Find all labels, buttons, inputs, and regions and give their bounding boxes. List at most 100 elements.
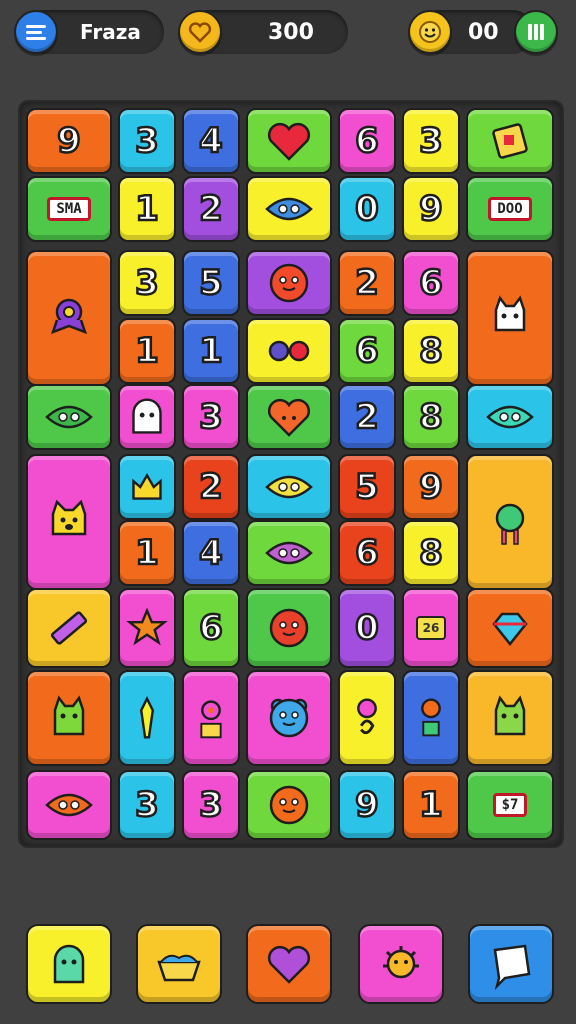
purple-heart-icon [267,945,311,984]
tile-label: DOO [488,197,532,221]
board-tile[interactable] [466,588,554,668]
board-tile[interactable]: 3 [118,250,176,316]
board-tile[interactable]: 1 [118,520,176,586]
board-tile[interactable]: 6 [338,520,396,586]
board-tile[interactable]: 9 [338,770,396,840]
board-tile[interactable]: 5 [338,454,396,520]
board-tile[interactable] [466,454,554,590]
board-tile[interactable] [338,670,396,766]
dock-tile[interactable] [358,924,444,1004]
board-tile[interactable] [118,384,176,450]
tile-number: 1 [418,784,444,827]
board-tile[interactable] [246,318,332,384]
board-tile[interactable]: 3 [402,108,460,174]
board-tile[interactable] [182,670,240,766]
board-tile[interactable] [466,670,554,766]
board-tile[interactable]: 3 [118,108,176,174]
tile-number: 6 [418,262,444,305]
game-title: Fraza [80,20,141,44]
board-tile[interactable] [118,588,176,668]
tile-number: 1 [134,330,160,373]
board-tile[interactable] [26,770,112,840]
board-tile[interactable]: 2 [338,384,396,450]
white-ghost-icon [132,398,162,434]
board-tile[interactable]: 1 [118,318,176,384]
board-tile[interactable] [246,770,332,840]
board-tile[interactable]: 2 [182,176,240,242]
board-tile[interactable] [26,454,112,590]
dock-tile[interactable] [26,924,112,1004]
board-tile[interactable]: 2 [182,454,240,520]
board-tile[interactable] [246,384,332,450]
board-tile[interactable] [402,670,460,766]
board-tile[interactable] [246,176,332,242]
board-tile[interactable]: 8 [402,384,460,450]
menu-button[interactable] [14,10,58,54]
board-tile[interactable]: 1 [182,318,240,384]
board-tile[interactable]: 4 [182,520,240,586]
tile-number: 4 [198,120,224,163]
tile-number: 0 [354,188,380,231]
board-tile[interactable] [246,520,332,586]
board-tile[interactable] [466,384,554,450]
board-tile[interactable] [246,670,332,766]
board-tile[interactable]: 0 [338,176,396,242]
board-tile[interactable] [466,108,554,174]
board-tile[interactable] [26,384,112,450]
board-tile[interactable] [466,250,554,386]
board-tile[interactable]: SMA [26,176,112,242]
tile-number: 8 [418,396,444,439]
pause-button[interactable] [514,10,558,54]
dock-tile[interactable] [246,924,332,1004]
board-tile[interactable]: 9 [402,176,460,242]
board-tile[interactable]: 6 [338,108,396,174]
board-tile[interactable]: 26 [402,588,460,668]
board-tile[interactable]: 5 [182,250,240,316]
tile-number: 5 [354,466,380,509]
board-tile[interactable] [246,108,332,174]
board-tile[interactable]: 1 [402,770,460,840]
board-tile[interactable]: 8 [402,520,460,586]
board-tile[interactable]: 3 [182,770,240,840]
board-tile[interactable]: 8 [402,318,460,384]
board-tile[interactable] [118,670,176,766]
board-tile[interactable] [246,454,332,520]
board-tile[interactable] [26,670,112,766]
board-tile[interactable]: 9 [402,454,460,520]
board-tile[interactable]: $7 [466,770,554,840]
tile-number: 9 [56,120,82,163]
board-tile[interactable]: 2 [338,250,396,316]
tile-number: 4 [198,532,224,575]
tile-tag: 26 [415,616,447,640]
tile-number: 8 [418,532,444,575]
board-tile[interactable]: 0 [338,588,396,668]
dock-tile[interactable] [468,924,554,1004]
green-ghost-icon [53,944,85,984]
board-tile[interactable]: DOO [466,176,554,242]
board-tile[interactable]: 1 [118,176,176,242]
board-tile[interactable]: 6 [338,318,396,384]
score-value: 300 [268,20,314,45]
board-tile[interactable]: 3 [182,384,240,450]
board-tile[interactable] [246,250,332,316]
board-tile[interactable]: 6 [182,588,240,668]
tile-number: 2 [354,262,380,305]
blue-fish-icon [265,197,313,221]
dock-tile[interactable] [136,924,222,1004]
board-tile[interactable]: 3 [118,770,176,840]
yellow-crown-icon [132,473,162,500]
glasses-icon [268,340,310,362]
board-tile[interactable] [246,588,332,668]
green-monster-icon [495,503,525,545]
blue-bear-icon [269,698,309,738]
board-tile[interactable]: 6 [402,250,460,316]
board-tile[interactable] [118,454,176,520]
tile-number: 9 [418,466,444,509]
board-tile[interactable] [26,250,112,386]
board-tile[interactable] [26,588,112,668]
tile-number: 1 [134,188,160,231]
board-tile[interactable]: 9 [26,108,112,174]
smiley-coin-badge [408,10,452,54]
orange-star-icon [126,607,168,646]
board-tile[interactable]: 4 [182,108,240,174]
